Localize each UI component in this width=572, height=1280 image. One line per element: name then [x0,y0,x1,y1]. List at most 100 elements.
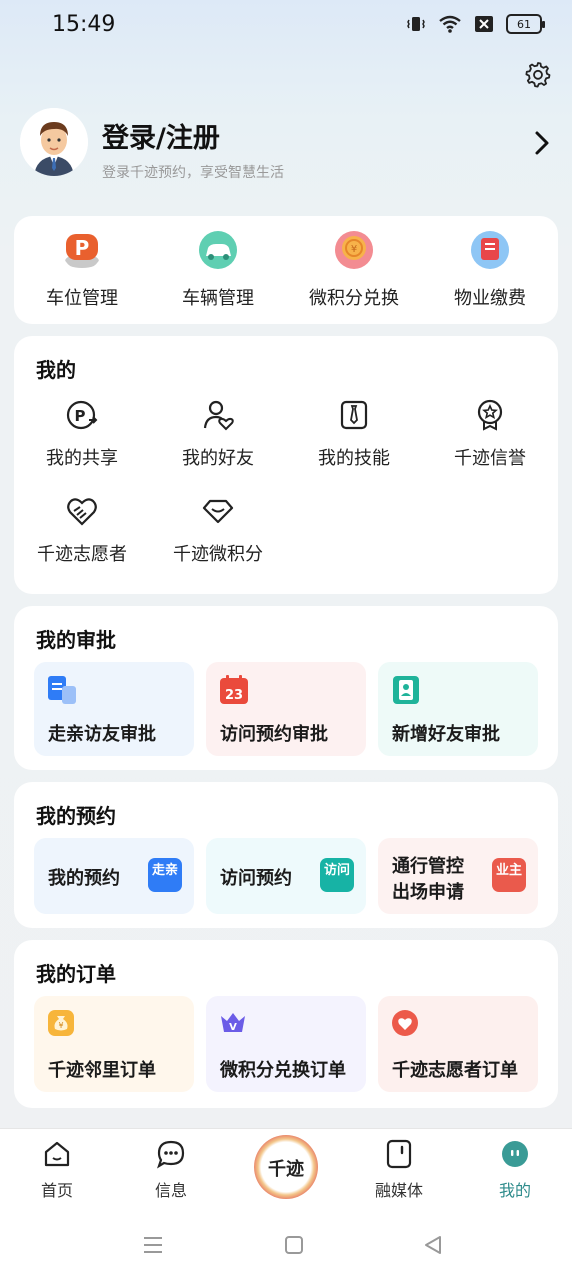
profile-header[interactable]: 登录/注册 登录千迹预约，享受智慧生活 [20,108,552,188]
mine-item-reputation[interactable]: 千迹信誉 [422,398,558,470]
approval-label-visit-reservation: 访问预约审批 [220,724,328,745]
mine-label-reputation: 千迹信誉 [454,448,526,469]
approval-section-title: 我的审批 [36,628,116,652]
avatar[interactable] [20,108,88,176]
quick-item-points-exchange[interactable]: ¥ 微积分兑换 [286,230,422,310]
reservation-card: 我的预约 我的预约 走亲 访问预约 访问 通行管控 出场申请 业主 [14,782,558,928]
tab-label-media: 融媒体 [374,1181,423,1200]
no-sim-icon [475,16,493,32]
mine-label-points: 千迹微积分 [173,544,263,565]
tab-label-home: 首页 [40,1181,73,1200]
tab-messages[interactable]: 信息 [126,1139,216,1201]
car-icon [199,231,237,269]
money-bag-icon: ¥ [48,1010,74,1036]
tab-mine[interactable]: 我的 [470,1139,560,1201]
chevron-right-icon[interactable] [532,130,552,156]
parking-share-icon: P [66,400,98,430]
svg-text:¥: ¥ [351,244,357,255]
quick-item-vehicle[interactable]: 车辆管理 [150,230,286,310]
media-icon [386,1139,412,1169]
center-logo-button[interactable]: 千迹 [254,1135,318,1199]
svg-text:V: V [229,1022,237,1033]
wifi-icon [439,15,461,33]
qianji-logo-icon: 千迹 [268,1158,304,1180]
mine-label-volunteer: 千迹志愿者 [37,544,127,565]
order-label-neighbor: 千迹邻里订单 [48,1060,156,1081]
approval-card: 我的审批 走亲访友审批 23 访问预约审批 新增好友审批 [14,606,558,770]
mine-item-friends[interactable]: 我的好友 [150,398,286,470]
mine-card: 我的 P 我的共享 我的好友 我的技能 千迹信誉 千迹志愿者 千迹微积分 [14,336,558,594]
approval-tile-new-friend[interactable]: 新增好友审批 [378,662,538,756]
vibrate-icon [407,17,425,31]
orders-card: 我的订单 ¥ 千迹邻里订单 V 微积分兑换订单 千迹志愿者订单 [14,940,558,1108]
battery-indicator: 61 [506,14,545,34]
approval-tile-visit-reservation[interactable]: 23 访问预约审批 [206,662,366,756]
home-icon [44,1141,70,1167]
badge-icon [477,399,503,431]
mine-active-icon [502,1141,528,1167]
settings-gear-icon[interactable] [524,60,552,88]
document-icon [48,676,76,704]
menu-icon[interactable] [142,1234,164,1256]
volunteer-heart-icon [67,498,97,526]
contact-icon [393,676,419,704]
status-time: 15:49 [52,12,116,37]
parking-icon: P [65,234,99,268]
mine-item-share[interactable]: P 我的共享 [14,398,150,470]
friend-icon [203,400,234,431]
reserve-tile-exit-application[interactable]: 通行管控 出场申请 业主 [378,838,538,914]
reserve-tile-visit-reservation[interactable]: 访问预约 访问 [206,838,366,914]
tie-icon [340,400,368,430]
bottom-tab-bar: 首页 信息 千迹 融媒体 我的 [0,1128,572,1210]
heart-icon [392,1010,418,1036]
mine-label-share: 我的共享 [46,448,118,469]
tab-label-messages: 信息 [154,1181,187,1200]
quick-label-parking: 车位管理 [46,288,118,309]
quick-label-property-fee: 物业缴费 [454,288,526,309]
system-nav-bar [0,1210,572,1280]
tab-media[interactable]: 融媒体 [354,1139,444,1201]
order-label-points-exchange: 微积分兑换订单 [220,1060,346,1081]
mine-label-skills: 我的技能 [318,448,390,469]
tab-home[interactable]: 首页 [12,1139,102,1201]
status-bar: 15:49 61 [0,0,572,52]
order-tile-neighbor[interactable]: ¥ 千迹邻里订单 [34,996,194,1092]
mine-section-title: 我的 [36,358,76,382]
order-tile-volunteer[interactable]: 千迹志愿者订单 [378,996,538,1092]
quick-label-vehicle: 车辆管理 [182,288,254,309]
crown-icon: V [221,1013,245,1033]
avatar-illustration [20,108,88,176]
quick-item-parking[interactable]: P 车位管理 [14,230,150,310]
login-register-title[interactable]: 登录/注册 [102,116,220,155]
quick-item-property-fee[interactable]: 物业缴费 [422,230,558,310]
svg-text:23: 23 [225,688,243,703]
owner-badge-icon: 业主 [492,858,526,892]
mine-item-volunteer[interactable]: 千迹志愿者 [14,494,150,566]
points-icon [202,499,234,524]
svg-text:P: P [75,236,90,260]
approval-tile-visit-friends[interactable]: 走亲访友审批 [34,662,194,756]
mine-item-skills[interactable]: 我的技能 [286,398,422,470]
status-icons: 61 [406,14,545,34]
reserve-badge-1-text: 访问 [323,863,350,878]
approval-label-new-friend: 新增好友审批 [392,724,500,745]
calendar-icon: 23 [220,675,248,704]
svg-text:千迹: 千迹 [268,1158,304,1180]
reserve-label-visit-reservation: 访问预约 [220,868,292,889]
bill-icon [471,231,509,269]
reserve-label-exit-line1: 通行管控 [392,856,464,877]
quick-actions-card: P 车位管理 车辆管理 ¥ 微积分兑换 物业缴费 [14,216,558,324]
mine-item-points[interactable]: 千迹微积分 [150,494,286,566]
order-label-volunteer: 千迹志愿者订单 [392,1060,518,1081]
home-square-icon[interactable] [283,1234,305,1256]
reserve-badge-0-text: 走亲 [151,863,178,878]
reserve-label-exit-line2: 出场申请 [392,882,464,903]
back-triangle-icon[interactable] [422,1234,444,1256]
login-subtitle: 登录千迹预约，享受智慧生活 [102,165,284,181]
reserve-label-my-reservation: 我的预约 [48,868,120,889]
visit-badge-icon: 走亲 [148,858,182,892]
order-tile-points-exchange[interactable]: V 微积分兑换订单 [206,996,366,1092]
reserve-tile-my-reservation[interactable]: 我的预约 走亲 [34,838,194,914]
chat-bubble-icon [157,1140,185,1169]
tab-label-mine: 我的 [498,1181,531,1200]
